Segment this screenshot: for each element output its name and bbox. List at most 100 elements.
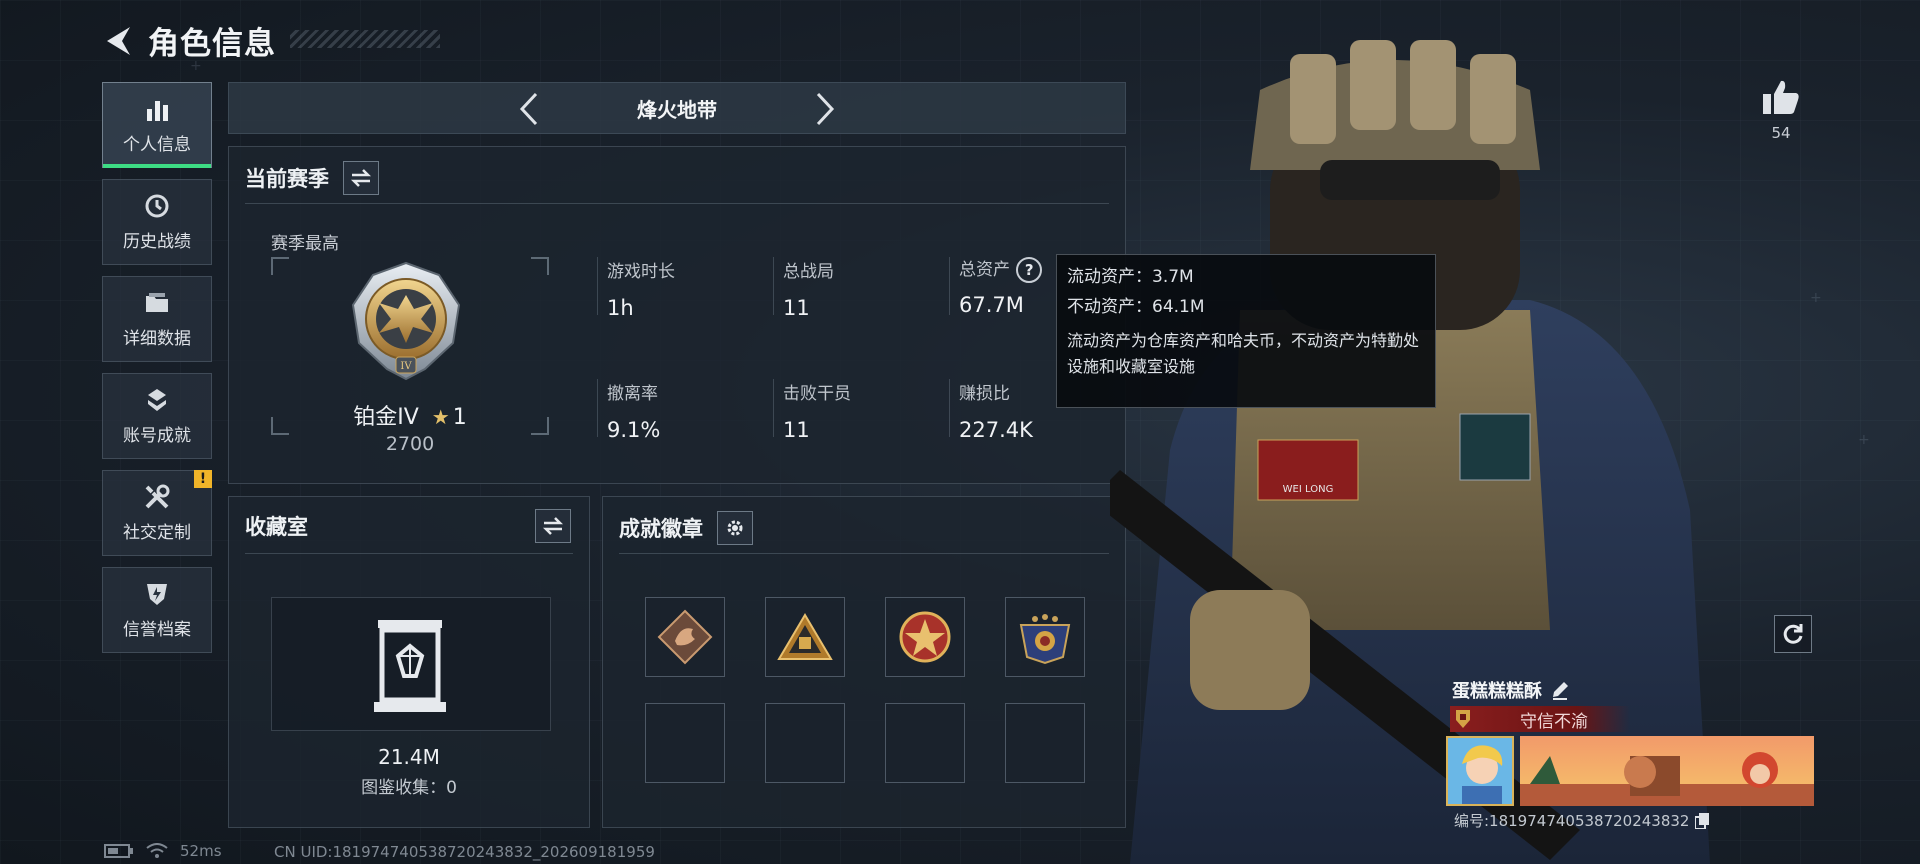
badge-slot[interactable]	[645, 597, 725, 677]
help-glyph: ?	[1024, 260, 1034, 279]
pyramid-badge-icon	[777, 613, 833, 660]
crosshair-mark: +	[1858, 432, 1870, 448]
svg-text:WEI LONG: WEI LONG	[1283, 484, 1334, 495]
player-id-text: 编号:18197474053872024383​2	[1454, 812, 1690, 830]
back-arrow-icon	[107, 26, 130, 55]
player-name: 蛋糕糕糕酥	[1452, 677, 1570, 703]
next-mode-button[interactable]	[807, 91, 843, 127]
sidebar-item-detailed-data[interactable]: 详细数据	[102, 276, 212, 362]
collection-progress: 图鉴收集：0	[361, 778, 457, 798]
thumbs-up-icon	[1763, 80, 1799, 114]
edit-pencil-icon[interactable]	[1550, 680, 1570, 700]
mode-title: 烽火地带	[637, 97, 717, 122]
sidebar-item-label: 历史战绩	[123, 231, 191, 252]
sidebar-item-social-custom[interactable]: ! 社交定制	[102, 470, 212, 556]
tools-icon	[143, 484, 171, 510]
stat-label: 游戏时长	[607, 262, 675, 282]
stat-extract-rate: 撤离率 9.1%	[607, 379, 660, 442]
switch-season-button[interactable]	[343, 161, 379, 195]
like-button[interactable]: 54	[1758, 78, 1804, 142]
mode-selector: 烽火地带	[228, 82, 1126, 134]
assets-tooltip: 流动资产：3.7M 不动资产：64.1M 流动资产为仓库资产和哈夫币，不动资产为…	[1056, 254, 1436, 408]
stat-value: 227.4K	[959, 418, 1033, 442]
stat-label: 总资产?	[959, 251, 1048, 289]
stat-total-matches: 总战局 11	[783, 257, 834, 320]
player-id: 编号:18197474053872024383​2	[1454, 810, 1710, 831]
frame-corner	[271, 257, 289, 275]
bar-chart-icon	[143, 96, 171, 122]
stat-value: 67.7M	[959, 293, 1024, 317]
divider	[619, 553, 1109, 554]
sidebar-item-achievements[interactable]: 账号成就	[102, 373, 212, 459]
alert-badge: !	[194, 470, 212, 488]
divider	[245, 203, 1109, 204]
refresh-button[interactable]	[1774, 615, 1812, 653]
panel-title: 当前赛季	[245, 167, 329, 191]
page-header: 角色信息	[100, 18, 276, 63]
stat-label: 击败干员	[783, 384, 851, 404]
sidebar-item-history[interactable]: 历史战绩	[102, 179, 212, 265]
achievement-icon	[143, 387, 171, 413]
divider	[773, 257, 774, 315]
tooltip-note: 流动资产为仓库资产和哈夫币，不动资产为特勤处设施和收藏室设施	[1067, 331, 1420, 376]
help-icon[interactable]: ?	[1010, 251, 1048, 289]
platinum-rank-emblem-icon: IV	[351, 261, 461, 381]
profile-banner	[1520, 736, 1814, 806]
stat-label: 撤离率	[607, 384, 658, 404]
chevron-right-icon	[816, 92, 835, 126]
dragon-badge-icon	[657, 609, 713, 665]
badge-slot[interactable]	[1005, 597, 1085, 677]
stat-profit-ratio: 赚损比 227.4K	[959, 379, 1033, 442]
eagle-wing-badge-icon	[1019, 614, 1071, 665]
sidebar-item-label: 账号成就	[123, 425, 191, 446]
swap-icon	[542, 517, 564, 535]
folder-icon	[143, 290, 171, 316]
sidebar: 个人信息 历史战绩 详细数据 账号成就 ! 社交定制 信誉档案	[102, 82, 212, 664]
stat-value: 9.1%	[607, 418, 661, 442]
sidebar-item-label: 个人信息	[123, 134, 191, 155]
divider	[949, 257, 950, 315]
sidebar-item-label: 信誉档案	[123, 619, 191, 640]
divider	[773, 379, 774, 437]
stat-label-text: 总资产	[959, 260, 1010, 280]
badge-slot-empty[interactable]	[1005, 703, 1085, 783]
badge-slot-empty[interactable]	[645, 703, 725, 783]
divider	[245, 553, 573, 554]
sidebar-item-credit-record[interactable]: 信誉档案	[102, 567, 212, 653]
collection-preview[interactable]	[271, 597, 551, 731]
divider	[949, 379, 950, 437]
medal-icon	[1450, 706, 1476, 732]
back-button[interactable]	[100, 21, 136, 61]
uid-text: CN UID:18197474053872024383​2_2026091819…	[274, 843, 655, 861]
panel-header: 当前赛季	[245, 161, 379, 195]
badge-slot-empty[interactable]	[885, 703, 965, 783]
page-title: 角色信息	[148, 26, 276, 62]
achievement-badges-panel: 成就徽章	[602, 496, 1126, 828]
badge-slot-empty[interactable]	[765, 703, 845, 783]
gear-icon	[727, 520, 743, 536]
panel-header: 收藏室	[245, 511, 308, 541]
tooltip-fixed-assets: 不动资产：64.1M	[1067, 296, 1205, 317]
panel-title: 成就徽章	[619, 517, 703, 541]
avatar[interactable]	[1446, 736, 1514, 806]
copy-icon[interactable]	[1695, 812, 1710, 829]
stat-label: 总战局	[783, 262, 834, 282]
switch-collection-button[interactable]	[535, 509, 571, 543]
badge-slot[interactable]	[765, 597, 845, 677]
collection-room-panel: 收藏室 21.4M 图鉴收集：0	[228, 496, 590, 828]
title-decoration	[290, 30, 440, 48]
current-season-panel: 当前赛季 赛季最高 IV 铂金IV ★ 1 2700 游戏时长 1h 总战局 1…	[228, 146, 1126, 484]
battery-icon	[104, 844, 133, 858]
sidebar-item-personal-info[interactable]: 个人信息	[102, 82, 212, 168]
previous-mode-button[interactable]	[511, 91, 547, 127]
collection-value: 21.4M	[378, 745, 440, 769]
stat-total-assets: 总资产? 67.7M	[959, 251, 1048, 317]
panel-title: 收藏室	[245, 515, 308, 539]
badge-settings-button[interactable]	[717, 511, 753, 545]
status-bar: 52ms	[104, 842, 222, 860]
svg-text:IV: IV	[400, 361, 412, 372]
stat-play-time: 游戏时长 1h	[607, 257, 675, 320]
swap-icon	[350, 169, 372, 187]
badge-slot[interactable]	[885, 597, 965, 677]
star-icon: ★	[431, 405, 450, 429]
